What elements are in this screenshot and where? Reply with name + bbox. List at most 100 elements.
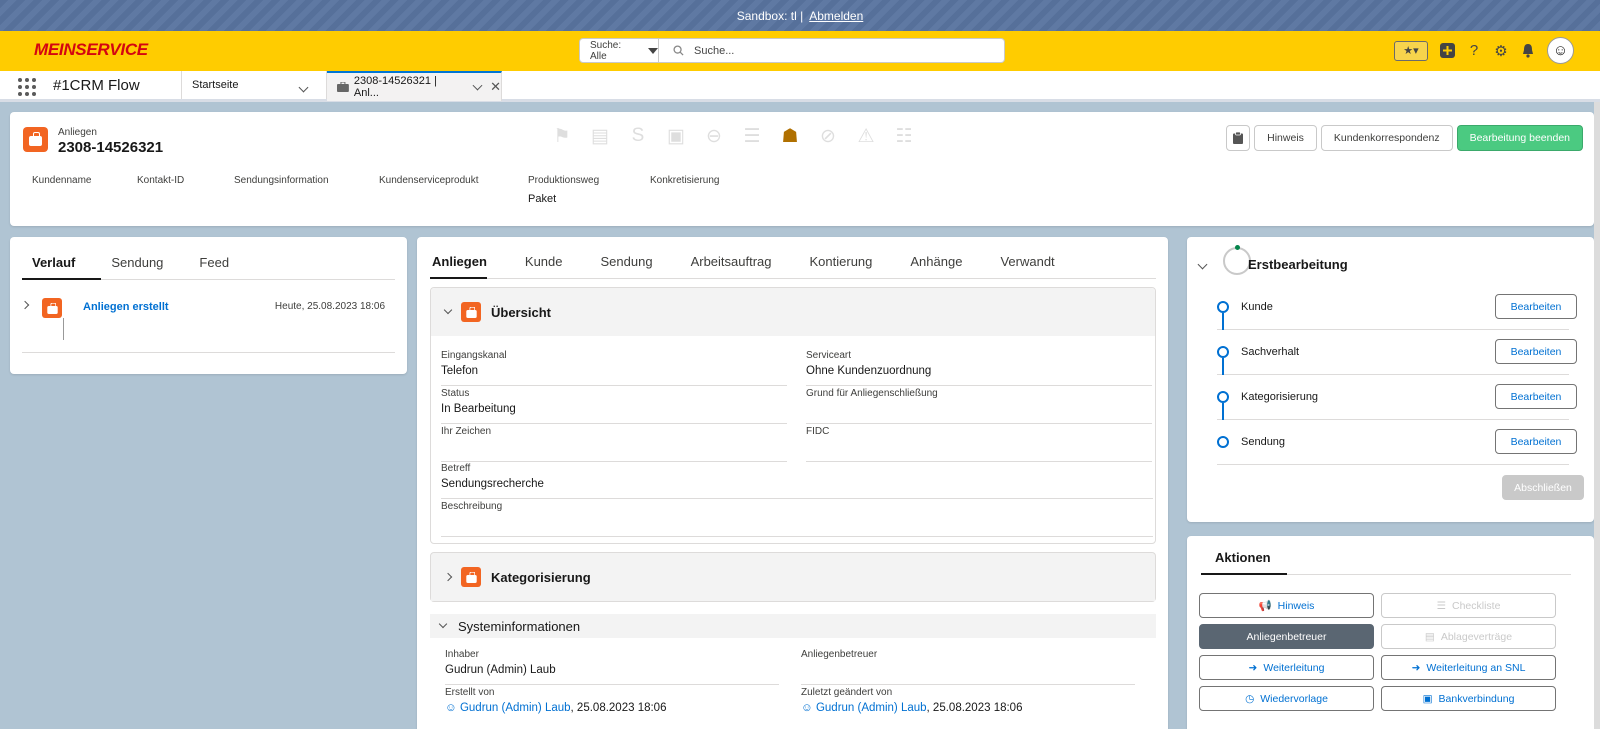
action-weiterleitung-an-snl-button[interactable]: ➜ Weiterleitung an SNL	[1381, 655, 1556, 680]
modified-by-link[interactable]: Gudrun (Admin) Laub	[816, 702, 927, 714]
edit-kategorisierung-button[interactable]: Bearbeiten	[1495, 384, 1577, 409]
search-scope-select[interactable]: Suche: Alle	[579, 38, 659, 63]
tab-anliegen[interactable]: Anliegen	[430, 254, 487, 279]
action-wiedervorlage-button[interactable]: ◷ Wiedervorlage	[1199, 686, 1374, 711]
forward-icon: ➜	[1248, 661, 1258, 674]
chevron-right-icon[interactable]	[20, 300, 30, 310]
highlight-produktionsweg: Produktionsweg Paket	[528, 175, 600, 205]
bell-icon[interactable]	[1520, 43, 1536, 59]
gear-icon[interactable]: ⚙	[1493, 43, 1509, 60]
warning-icon[interactable]: ⚠	[854, 124, 878, 148]
briefcase-icon	[337, 82, 349, 92]
chevron-down-icon[interactable]	[298, 80, 309, 94]
tab-sendung[interactable]: Sendung	[101, 255, 189, 279]
global-actions-icon[interactable]	[1439, 43, 1455, 59]
chevron-down-icon[interactable]	[1197, 257, 1208, 271]
chevron-down-icon	[443, 305, 453, 315]
tab-kunde[interactable]: Kunde	[525, 254, 563, 278]
tab-verlauf[interactable]: Verlauf	[22, 255, 102, 280]
overview-header[interactable]: Übersicht	[431, 288, 1155, 336]
highlight-kontakt-id: Kontakt-ID	[137, 175, 185, 186]
help-icon[interactable]: ?	[1466, 42, 1482, 59]
close-icon[interactable]: ✕	[490, 79, 501, 95]
minus-circle-icon[interactable]: ⊖	[702, 124, 726, 148]
tab-arbeitsauftrag[interactable]: Arbeitsauftrag	[691, 254, 772, 278]
strikethrough-icon[interactable]: S	[626, 124, 650, 148]
actions-grid: 📢 Hinweis ☰ Checkliste Anliegenbetreuer ▤ Abla…	[1199, 593, 1556, 711]
group-icon[interactable]: ☷	[892, 124, 916, 148]
edit-sachverhalt-button[interactable]: Bearbeiten	[1495, 339, 1577, 364]
header-icons: ★▾ ? ⚙ ☺	[1394, 37, 1574, 64]
tab-anhaenge[interactable]: Anhänge	[910, 254, 962, 278]
kundenkorrespondenz-button[interactable]: Kundenkorrespondenz	[1320, 125, 1453, 151]
user-icon: ☺	[445, 702, 457, 714]
timeline-date: Heute, 25.08.2023 18:06	[274, 301, 385, 312]
tab-feed[interactable]: Feed	[189, 255, 255, 279]
actions-card: Aktionen 📢 Hinweis ☰ Checkliste Anliegenbetr…	[1187, 536, 1594, 729]
action-hinweis-button[interactable]: 📢 Hinweis	[1199, 593, 1374, 618]
step-dot	[1217, 391, 1229, 403]
category-title: Kategorisierung	[491, 569, 591, 585]
clipboard-button[interactable]	[1226, 125, 1251, 151]
scrollbar[interactable]	[1594, 102, 1600, 729]
action-label: Hinweis	[1277, 599, 1315, 612]
action-weiterleitung-button[interactable]: ➜ Weiterleitung	[1199, 655, 1374, 680]
created-by-link[interactable]: Gudrun (Admin) Laub	[460, 702, 571, 714]
case-icon	[23, 127, 48, 152]
search-input[interactable]	[694, 44, 974, 57]
step-dot	[1217, 436, 1229, 448]
tab-sendung[interactable]: Sendung	[601, 254, 653, 278]
tab-record-label: 2308-14526321 | Anl...	[353, 75, 437, 99]
category-header[interactable]: Kategorisierung	[431, 553, 1155, 601]
abschliessen-button[interactable]: Abschließen	[1502, 475, 1584, 500]
archive-icon[interactable]: ▤	[588, 124, 612, 148]
history-tabs: Verlauf Sendung Feed	[22, 255, 395, 280]
brand-logo[interactable]: MEINSERVICE	[34, 40, 148, 60]
case-icon	[42, 298, 62, 318]
action-label: Ablageverträge	[1440, 630, 1513, 643]
timeline-title[interactable]: Anliegen erstellt	[83, 301, 169, 313]
action-ablageverträge-button[interactable]: ▤ Ablageverträge	[1381, 624, 1556, 649]
action-label: Wiedervorlage	[1260, 692, 1328, 705]
action-anliegenbetreuer-button[interactable]: Anliegenbetreuer	[1199, 624, 1374, 649]
global-search[interactable]	[659, 38, 1005, 63]
checklist-icon[interactable]: ☰	[740, 124, 764, 148]
user-remove-icon[interactable]: ☗	[778, 124, 802, 148]
record-header: Anliegen 2308-14526321 ⚑ ▤ S ▣ ⊖ ☰ ☗ ⊘ ⚠…	[10, 112, 1594, 226]
field-betreff: Betreff Sendungsrecherche	[441, 461, 1153, 499]
step-kunde: Kunde Bearbeiten	[1217, 285, 1577, 330]
category-section[interactable]: Kategorisierung	[430, 552, 1156, 602]
bearbeitung-beenden-button[interactable]: Bearbeitung beenden	[1456, 125, 1583, 151]
step-sachverhalt: Sachverhalt Bearbeiten	[1217, 330, 1577, 375]
edit-kunde-button[interactable]: Bearbeiten	[1495, 294, 1577, 319]
action-label: Checkliste	[1451, 599, 1501, 612]
avatar[interactable]: ☺	[1547, 37, 1574, 64]
system-info-header[interactable]: Systeminformationen	[430, 614, 1156, 638]
record-actions: Hinweis Kundenkorrespondenz Bearbeitung …	[1226, 125, 1583, 151]
flag-icon[interactable]: ⚑	[550, 124, 574, 148]
path-title: Erstbearbeitung	[1248, 257, 1348, 272]
screen-icon[interactable]: ▣	[664, 124, 688, 148]
user-icon: ☺	[801, 702, 813, 714]
link-icon[interactable]: ⊘	[816, 124, 840, 148]
path-card: Erstbearbeitung Kunde Bearbeiten Sachver…	[1187, 237, 1594, 522]
action-checkliste-button[interactable]: ☰ Checkliste	[1381, 593, 1556, 618]
actions-tabs: Aktionen	[1201, 550, 1571, 575]
tab-aktionen[interactable]: Aktionen	[1201, 550, 1287, 575]
tab-menu-chevron-icon[interactable]	[472, 80, 483, 91]
overview-section: Übersicht Eingangskanal Telefon Servicear…	[430, 287, 1156, 544]
tab-verwandt[interactable]: Verwandt	[1000, 254, 1054, 278]
documents-icon: ▤	[1424, 630, 1435, 643]
sandbox-label: Sandbox: tl |	[736, 8, 804, 23]
app-launcher-icon[interactable]	[18, 78, 36, 96]
record-type: Anliegen	[58, 127, 97, 138]
logout-link[interactable]: Abmelden	[809, 9, 863, 23]
app-name: #1CRM Flow	[53, 77, 140, 94]
edit-sendung-button[interactable]: Bearbeiten	[1495, 429, 1577, 454]
step-sendung: Sendung Bearbeiten	[1217, 420, 1577, 465]
hinweis-button[interactable]: Hinweis	[1254, 125, 1317, 151]
action-bankverbindung-button[interactable]: ▣ Bankverbindung	[1381, 686, 1556, 711]
favorites-button[interactable]: ★▾	[1394, 40, 1428, 61]
tab-record[interactable]: 2308-14526321 | Anl... ✕	[327, 71, 502, 101]
tab-kontierung[interactable]: Kontierung	[810, 254, 873, 278]
